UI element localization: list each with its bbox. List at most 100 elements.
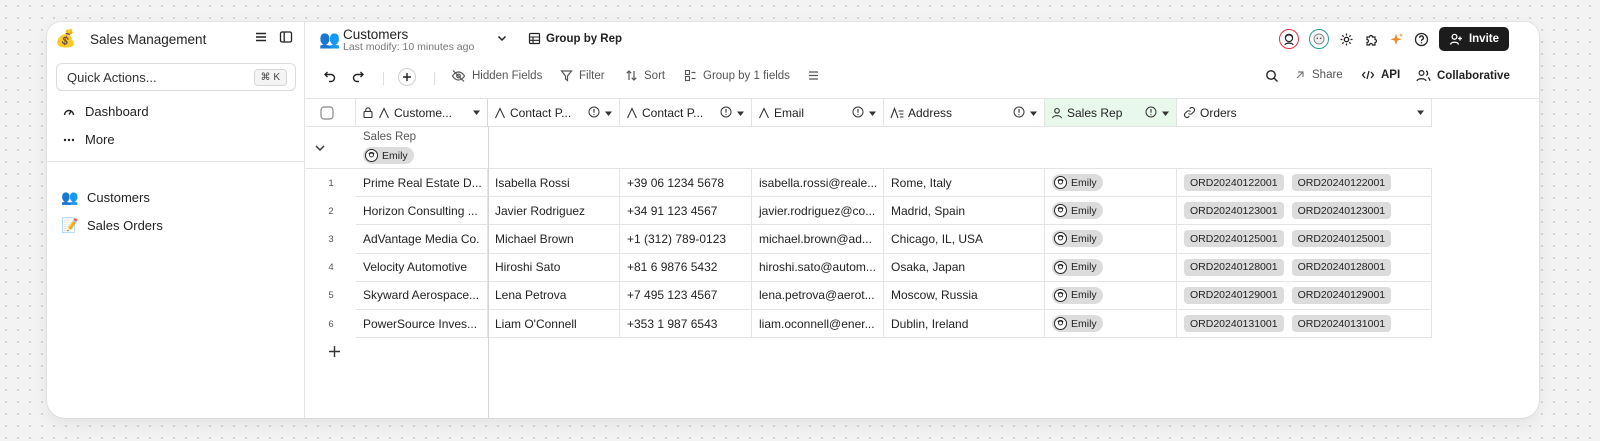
cell-email[interactable]: lena.petrova@aerot... xyxy=(752,281,884,310)
table-item-customers[interactable]: 👥 Customers xyxy=(61,189,150,206)
row-height-icon[interactable] xyxy=(807,69,820,82)
order-chip[interactable]: ORD20240123001 xyxy=(1291,202,1392,220)
filter-button[interactable]: Filter xyxy=(560,69,605,82)
caret-down-icon[interactable] xyxy=(736,107,745,121)
order-chip[interactable]: ORD20240131001 xyxy=(1291,315,1392,333)
cell-sales-rep[interactable]: Emily xyxy=(1045,310,1177,339)
order-chip[interactable]: ORD20240122001 xyxy=(1291,174,1392,192)
column-header-contact-person[interactable]: Contact P... xyxy=(488,99,620,127)
cell-contact-person[interactable]: Javier Rodriguez xyxy=(488,197,620,226)
collaborative-button[interactable]: Collaborative xyxy=(1416,69,1510,82)
cell-contact-person[interactable]: Hiroshi Sato xyxy=(488,253,620,282)
cell-email[interactable]: isabella.rossi@reale... xyxy=(752,169,884,198)
order-chip[interactable]: ORD20240129001 xyxy=(1291,286,1392,304)
caret-down-icon[interactable] xyxy=(1029,107,1038,121)
cell-sales-rep[interactable]: Emily xyxy=(1045,253,1177,282)
cell-sales-rep[interactable]: Emily xyxy=(1045,197,1177,226)
cell-orders[interactable]: ORD20240125001 ORD20240125001 xyxy=(1177,225,1432,254)
hidden-fields-button[interactable]: Hidden Fields xyxy=(451,69,542,83)
sort-button[interactable]: Sort xyxy=(625,69,665,82)
cell-address[interactable]: Osaka, Japan xyxy=(884,253,1045,282)
select-all-checkbox[interactable] xyxy=(306,99,356,127)
cell-orders[interactable]: ORD20240123001 ORD20240123001 xyxy=(1177,197,1432,226)
chevron-down-icon[interactable] xyxy=(496,32,508,44)
collaborator-avatar[interactable] xyxy=(1308,29,1329,49)
cell-contact-person[interactable]: Michael Brown xyxy=(488,225,620,254)
cell-contact-phone[interactable]: +353 1 987 6543 xyxy=(620,310,752,339)
cell-contact-phone[interactable]: +39 06 1234 5678 xyxy=(620,169,752,198)
cell-email[interactable]: michael.brown@ad... xyxy=(752,225,884,254)
puzzle-icon[interactable] xyxy=(1364,32,1379,47)
cell-contact-phone[interactable]: +7 495 123 4567 xyxy=(620,281,752,310)
share-button[interactable]: Share xyxy=(1294,69,1343,81)
cell-address[interactable]: Madrid, Spain xyxy=(884,197,1045,226)
caret-down-icon[interactable] xyxy=(472,106,481,120)
order-chip[interactable]: ORD20240128001 xyxy=(1291,258,1392,276)
cell-orders[interactable]: ORD20240131001 ORD20240131001 xyxy=(1177,310,1432,339)
info-icon[interactable] xyxy=(1145,106,1157,121)
cell-contact-phone[interactable]: +1 (312) 789-0123 xyxy=(620,225,752,254)
info-icon[interactable] xyxy=(1013,106,1025,121)
order-chip[interactable]: ORD20240129001 xyxy=(1184,286,1284,304)
cell-address[interactable]: Dublin, Ireland xyxy=(884,310,1045,339)
order-chip[interactable]: ORD20240128001 xyxy=(1184,258,1284,276)
order-chip[interactable]: ORD20240122001 xyxy=(1184,174,1284,192)
caret-down-icon[interactable] xyxy=(604,107,613,121)
column-header-contact-phone[interactable]: Contact P... xyxy=(620,99,752,127)
order-chip[interactable]: ORD20240125001 xyxy=(1184,230,1284,248)
cell-contact-person[interactable]: Isabella Rossi xyxy=(488,169,620,198)
invite-button[interactable]: Invite xyxy=(1438,27,1509,51)
cell-email[interactable]: javier.rodriguez@co... xyxy=(752,197,884,226)
column-header-sales-rep[interactable]: Sales Rep xyxy=(1045,99,1177,127)
cell-address[interactable]: Chicago, IL, USA xyxy=(884,225,1045,254)
caret-down-icon[interactable] xyxy=(1416,106,1425,120)
cell-orders[interactable]: ORD20240122001 ORD20240122001 xyxy=(1177,169,1432,198)
cell-address[interactable]: Moscow, Russia xyxy=(884,281,1045,310)
undo-icon[interactable] xyxy=(323,69,337,83)
group-header[interactable]: Sales Rep Emily xyxy=(306,127,1432,169)
column-header-orders[interactable]: Orders xyxy=(1177,99,1432,127)
cell-customer[interactable]: AdVantage Media Co. xyxy=(356,225,488,254)
quick-actions-button[interactable]: Quick Actions... ⌘ K xyxy=(56,63,296,91)
cell-orders[interactable]: ORD20240129001 ORD20240129001 xyxy=(1177,281,1432,310)
cell-contact-person[interactable]: Liam O'Connell xyxy=(488,310,620,339)
column-header-address[interactable]: Address xyxy=(884,99,1045,127)
cell-sales-rep[interactable]: Emily xyxy=(1045,281,1177,310)
chevron-down-icon[interactable] xyxy=(314,141,326,159)
order-chip[interactable]: ORD20240123001 xyxy=(1184,202,1284,220)
cell-email[interactable]: liam.oconnell@ener... xyxy=(752,310,884,339)
cell-customer[interactable]: Horizon Consulting ... xyxy=(356,197,488,226)
add-row-button[interactable] xyxy=(328,345,341,363)
sidebar-toggle-icon[interactable] xyxy=(279,30,293,44)
sparkle-icon[interactable] xyxy=(1389,32,1404,47)
nav-item-dashboard[interactable]: Dashboard xyxy=(61,104,149,119)
column-header-customer[interactable]: Custome... xyxy=(356,99,488,127)
cell-customer[interactable]: PowerSource Inves... xyxy=(356,310,488,339)
view-selector[interactable]: Group by Rep xyxy=(528,32,622,45)
cell-contact-person[interactable]: Lena Petrova xyxy=(488,281,620,310)
caret-down-icon[interactable] xyxy=(868,107,877,121)
cell-customer[interactable]: Skyward Aerospace... xyxy=(356,281,488,310)
api-button[interactable]: API xyxy=(1361,69,1400,81)
cell-customer[interactable]: Velocity Automotive xyxy=(356,253,488,282)
cell-orders[interactable]: ORD20240128001 ORD20240128001 xyxy=(1177,253,1432,282)
cell-address[interactable]: Rome, Italy xyxy=(884,169,1045,198)
settings-icon[interactable] xyxy=(1339,32,1354,47)
redo-icon[interactable] xyxy=(351,69,365,83)
column-header-email[interactable]: Email xyxy=(752,99,884,127)
cell-email[interactable]: hiroshi.sato@autom... xyxy=(752,253,884,282)
nav-item-more[interactable]: More xyxy=(61,132,115,147)
info-icon[interactable] xyxy=(720,106,732,121)
table-item-sales-orders[interactable]: 📝 Sales Orders xyxy=(61,217,163,234)
add-record-button[interactable] xyxy=(398,68,416,86)
help-icon[interactable] xyxy=(1414,32,1429,47)
info-icon[interactable] xyxy=(588,106,600,121)
search-icon[interactable] xyxy=(1265,69,1279,83)
cell-sales-rep[interactable]: Emily xyxy=(1045,169,1177,198)
caret-down-icon[interactable] xyxy=(1161,107,1170,121)
cell-contact-phone[interactable]: +81 6 9876 5432 xyxy=(620,253,752,282)
order-chip[interactable]: ORD20240131001 xyxy=(1184,315,1284,333)
cell-customer[interactable]: Prime Real Estate D... xyxy=(356,169,488,198)
order-chip[interactable]: ORD20240125001 xyxy=(1291,230,1392,248)
group-by-button[interactable]: Group by 1 fields xyxy=(684,69,790,82)
